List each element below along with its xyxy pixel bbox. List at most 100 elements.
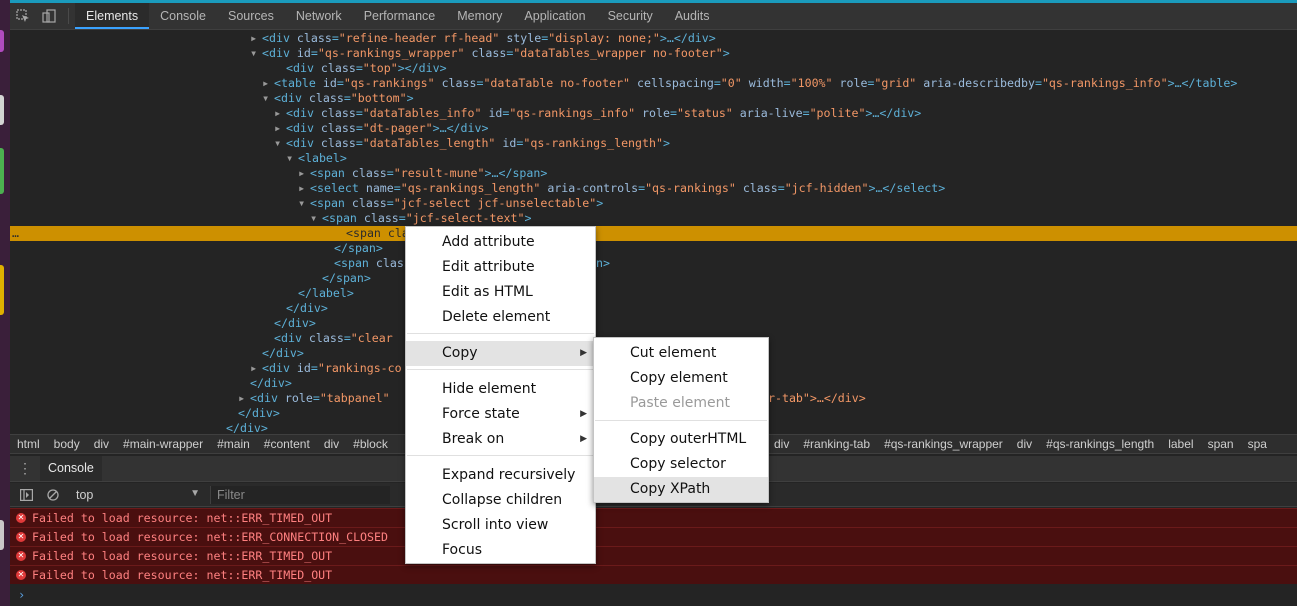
markup-tag: </div> [262,346,304,360]
tab-console-drawer[interactable]: Console [40,456,102,481]
tab-network[interactable]: Network [285,3,353,29]
breadcrumb-item[interactable]: #qs-rankings_length [1039,437,1161,451]
filter-input[interactable] [210,485,390,504]
tree-node[interactable]: ▸ <select name="qs-rankings_length" aria-… [10,181,1297,196]
breadcrumb-item[interactable]: div [87,437,116,451]
collapse-arrow-icon[interactable]: ▸ [298,181,310,196]
tree-node[interactable]: ▾ <div class="dataTables_length" id="qs-r… [10,136,1297,151]
error-icon: ✕ [16,532,26,542]
tab-security[interactable]: Security [597,3,664,29]
expand-arrow-icon[interactable]: ▾ [250,46,262,61]
markup-attr: name [365,181,394,195]
markup-tag: = [777,181,785,195]
tab-console[interactable]: Console [149,3,217,29]
collapse-arrow-icon[interactable]: ▸ [298,166,310,181]
markup-val: "qs-rankings_length" [523,136,663,150]
dock-indicator [0,265,4,315]
sidebar-toggle-icon[interactable] [15,488,37,501]
tree-node[interactable]: </span> [10,271,1297,286]
tab-memory[interactable]: Memory [446,3,513,29]
menu-item-scroll-into-view[interactable]: Scroll into view [406,513,595,538]
markup-attr: aria-describedby [923,76,1035,90]
breadcrumb-item[interactable]: #main-wrapper [116,437,210,451]
submenu-item-copy-element[interactable]: Copy element [594,366,768,391]
markup-tag: <label> [298,151,347,165]
inspect-element-icon[interactable] [10,3,36,29]
breadcrumb-item[interactable]: body [47,437,87,451]
tree-node[interactable]: ▾ <label> [10,151,1297,166]
submenu-arrow-icon: ▶ [580,409,587,419]
tree-node[interactable]: </div> [10,316,1297,331]
dock-indicator [0,520,4,550]
breadcrumb-item[interactable]: div [1010,437,1039,451]
submenu-item-copy-outerhtml[interactable]: Copy outerHTML [594,427,768,452]
tree-node[interactable]: ▸ <div class="refine-header rf-head" styl… [10,31,1297,46]
tree-node[interactable]: ▾ <div class="bottom"> [10,91,1297,106]
menu-item-edit-as-html[interactable]: Edit as HTML [406,280,595,305]
breadcrumb-item[interactable]: spa [1241,437,1274,451]
tree-node[interactable]: ▾ <span class="jcf-select jcf-unselectabl… [10,196,1297,211]
menu-item-edit-attribute[interactable]: Edit attribute [406,255,595,280]
tree-node[interactable]: ▸ <span class="result-mune">…</span> [10,166,1297,181]
tree-node[interactable]: </label> [10,286,1297,301]
tree-node[interactable]: ▾ <div id="qs-rankings_wrapper" class="da… [10,46,1297,61]
breadcrumb-item[interactable]: #block [346,437,395,451]
menu-item-focus[interactable]: Focus [406,538,595,563]
submenu-item-cut-element[interactable]: Cut element [594,341,768,366]
collapse-arrow-icon[interactable]: ▸ [274,106,286,121]
collapse-arrow-icon[interactable]: ▸ [262,76,274,91]
expand-arrow-icon[interactable]: ▾ [274,136,286,151]
console-error-message: ✕ Failed to load resource: net::ERR_TIMED… [10,565,1297,584]
tab-elements[interactable]: Elements [75,3,150,29]
tree-node[interactable]: ▸ <div class="dataTables_info" id="qs-ran… [10,106,1297,121]
tree-node[interactable]: </div> [10,301,1297,316]
menu-item-break-on[interactable]: Break on ▶ [406,427,595,452]
menu-item-force-state[interactable]: Force state ▶ [406,402,595,427]
breadcrumb-item[interactable]: #content [257,437,317,451]
menu-item-add-attribute[interactable]: Add attribute [406,230,595,255]
menu-item-delete-element[interactable]: Delete element [406,305,595,330]
tree-node[interactable]: ▾ <span class="jcf-select-text"> [10,211,1297,226]
tree-node[interactable]: ▸ <table id="qs-rankings" class="dataTabl… [10,76,1297,91]
breadcrumb-item[interactable]: label [1161,437,1200,451]
more-tabs-icon[interactable]: ⋮ [10,460,40,477]
breadcrumb-item[interactable]: #main [210,437,257,451]
expand-arrow-icon[interactable]: ▾ [310,211,322,226]
collapse-arrow-icon[interactable]: ▸ [250,361,262,376]
menu-item-expand-recursively[interactable]: Expand recursively [406,463,595,488]
tab-application[interactable]: Application [513,3,596,29]
tree-node[interactable]: ▸ <div class="dt-pager">…</div> [10,121,1297,136]
collapse-arrow-icon[interactable]: ▸ [250,31,262,46]
tab-performance[interactable]: Performance [353,3,447,29]
tab-audits[interactable]: Audits [664,3,721,29]
tree-node-selected[interactable]: … <span cla [10,226,1297,241]
expand-arrow-icon[interactable]: ▾ [298,196,310,211]
menu-item-hide-element[interactable]: Hide element [406,377,595,402]
markup-tag: = [355,121,363,135]
tree-node[interactable]: <div class="top"></div> [10,61,1297,76]
breadcrumb-item[interactable]: #ranking-tab [796,437,877,451]
breadcrumb-item[interactable]: div [767,437,796,451]
expand-arrow-icon[interactable]: ▾ [262,91,274,106]
more-icon[interactable]: … [12,226,19,241]
context-select[interactable]: top ▼ [76,488,206,502]
tab-sources[interactable]: Sources [217,3,285,29]
expand-arrow-icon[interactable]: ▾ [286,151,298,166]
markup-val: "dt-pager" [362,121,433,135]
submenu-item-copy-selector[interactable]: Copy selector [594,452,768,477]
breadcrumb-item[interactable]: span [1201,437,1241,451]
menu-item-label: Cut element [630,345,717,361]
markup-val: "jcf-select jcf-unselectable" [393,196,597,210]
menu-item-copy[interactable]: Copy ▶ [406,341,595,366]
console-prompt[interactable]: › [10,585,1297,606]
menu-item-collapse-children[interactable]: Collapse children [406,488,595,513]
breadcrumb-item[interactable]: html [10,437,47,451]
breadcrumb-item[interactable]: #qs-rankings_wrapper [877,437,1010,451]
collapse-arrow-icon[interactable]: ▸ [274,121,286,136]
clear-console-icon[interactable] [42,488,64,501]
tree-node[interactable]: </span> [10,241,1297,256]
submenu-item-copy-xpath[interactable]: Copy XPath [594,477,768,502]
console-messages: ✕ Failed to load resource: net::ERR_TIMED… [10,508,1297,606]
breadcrumb-item[interactable]: div [317,437,346,451]
device-toolbar-icon[interactable] [36,3,62,29]
